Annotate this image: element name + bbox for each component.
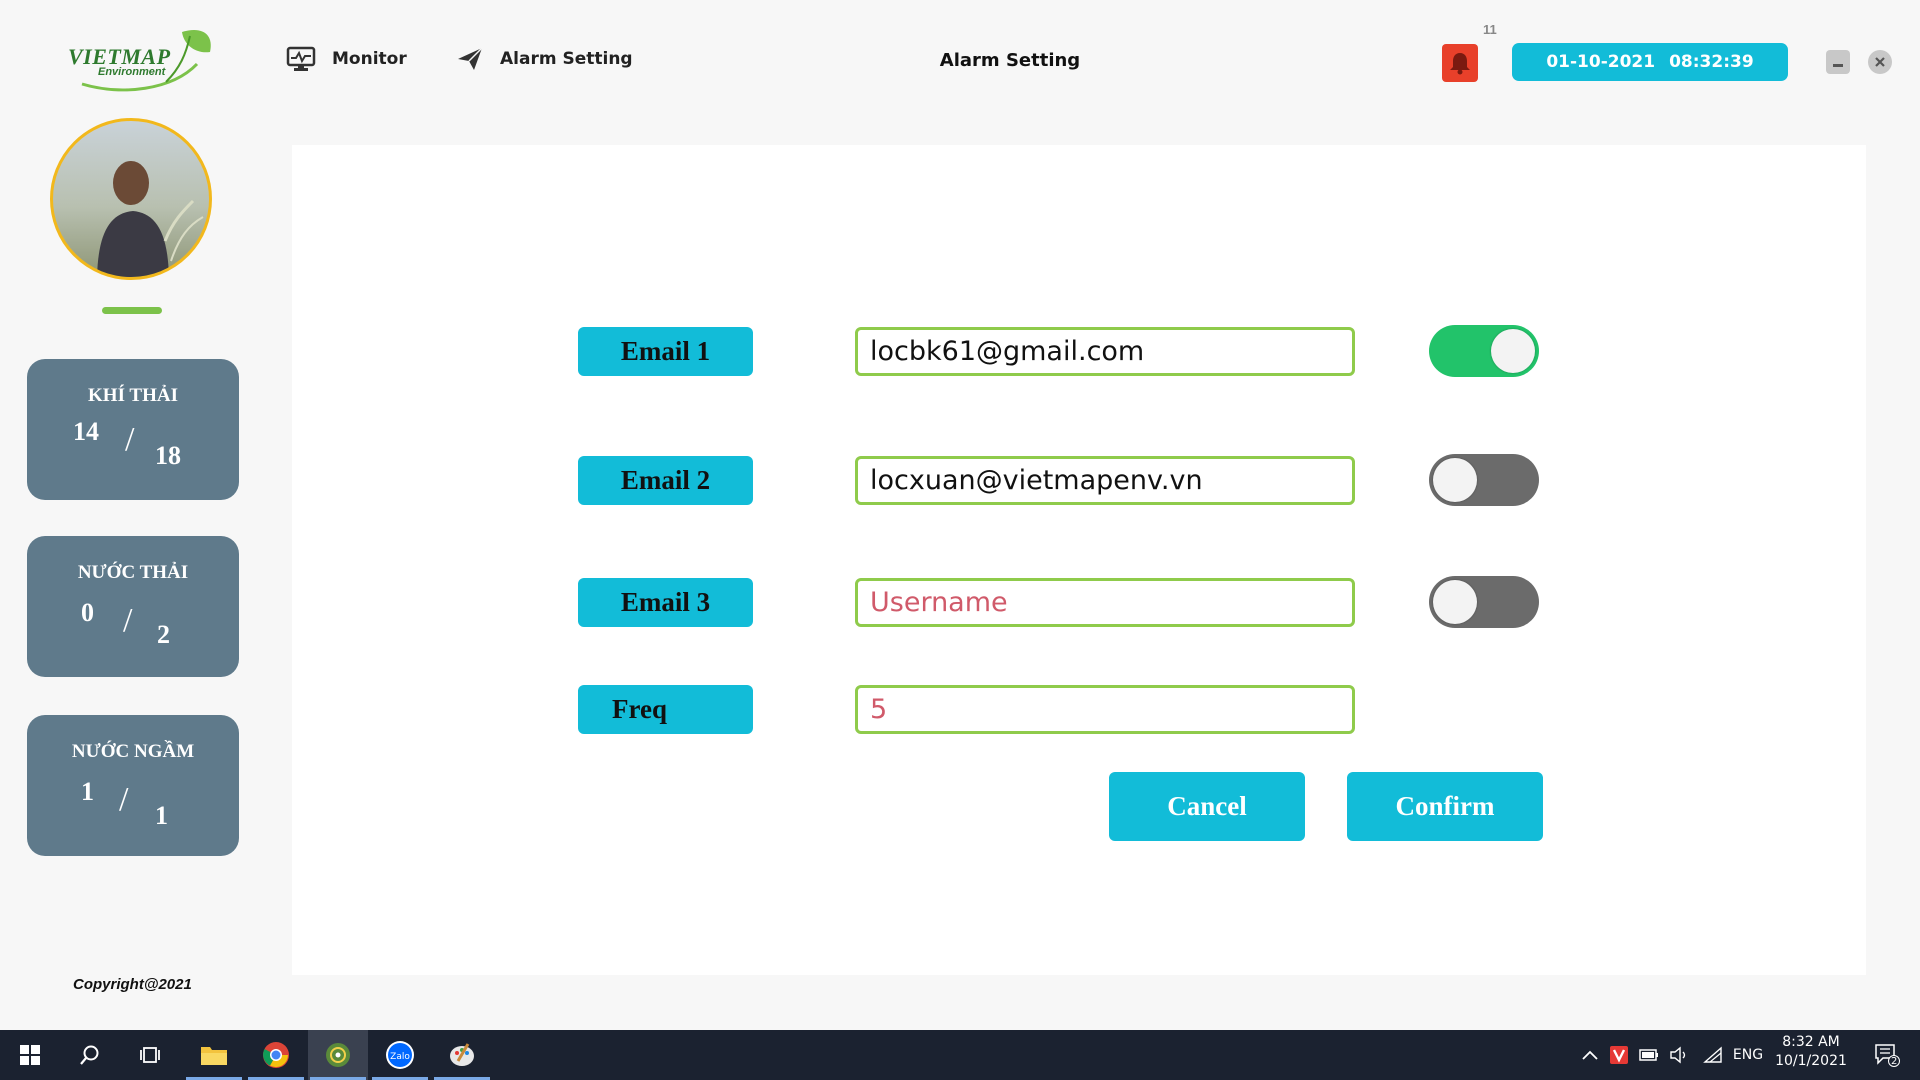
action-center-button[interactable]: 2 bbox=[1862, 1030, 1912, 1080]
tray-network[interactable] bbox=[1698, 1030, 1728, 1080]
alarm-bell-button[interactable] bbox=[1442, 44, 1478, 82]
user-photo bbox=[97, 161, 204, 277]
clock-time: 08:32:39 bbox=[1669, 52, 1754, 72]
clock-date: 01-10-2021 bbox=[1546, 52, 1656, 72]
battery-icon bbox=[1639, 1049, 1658, 1061]
tray-language[interactable]: ENG bbox=[1730, 1030, 1766, 1080]
zalo-icon: Zalo bbox=[386, 1041, 414, 1069]
online-status-bar bbox=[102, 307, 162, 314]
toggle-knob bbox=[1491, 329, 1535, 373]
email-3-label: Email 3 bbox=[578, 578, 753, 627]
email-1-input[interactable] bbox=[855, 327, 1355, 376]
chevron-up-icon bbox=[1582, 1050, 1598, 1060]
taskbar-current-app[interactable] bbox=[308, 1030, 368, 1080]
alarm-count-badge: 11 bbox=[1483, 22, 1497, 37]
counter-total: 2 bbox=[157, 620, 170, 649]
counter-title: KHÍ THẢI bbox=[88, 385, 178, 406]
monitor-icon bbox=[286, 46, 316, 71]
minimize-icon bbox=[1833, 64, 1843, 67]
wifi-icon bbox=[1703, 1046, 1722, 1063]
close-icon bbox=[1875, 57, 1885, 67]
counter-current: 1 bbox=[81, 777, 94, 806]
search-icon bbox=[80, 1045, 99, 1065]
email-3-input[interactable] bbox=[855, 578, 1355, 627]
tray-time: 8:32 AM bbox=[1782, 1034, 1840, 1050]
confirm-button[interactable]: Confirm bbox=[1347, 772, 1543, 841]
minimize-button[interactable] bbox=[1826, 50, 1850, 74]
tray-volume[interactable] bbox=[1664, 1030, 1694, 1080]
counter-separator: / bbox=[125, 421, 135, 458]
counter-total: 18 bbox=[155, 441, 181, 470]
taskbar-search-button[interactable] bbox=[60, 1030, 120, 1080]
avatar[interactable] bbox=[50, 118, 212, 280]
counter-card-khi-thai[interactable]: KHÍ THẢI 14 / 18 bbox=[27, 359, 239, 500]
copyright-text: Copyright@2021 bbox=[73, 976, 192, 993]
tray-clock[interactable]: 8:32 AM 10/1/2021 bbox=[1768, 1031, 1854, 1079]
email-1-toggle[interactable] bbox=[1429, 325, 1539, 377]
taskbar-zalo[interactable]: Zalo bbox=[370, 1030, 430, 1080]
toggle-knob bbox=[1433, 458, 1477, 502]
counter-separator: / bbox=[123, 602, 133, 639]
email-2-toggle[interactable] bbox=[1429, 454, 1539, 506]
folder-icon bbox=[201, 1047, 227, 1065]
counter-title: NƯỚC THẢI bbox=[77, 562, 189, 583]
counter-current: 14 bbox=[73, 417, 99, 446]
nav-monitor-label: Monitor bbox=[332, 49, 407, 69]
nav-alarm-setting[interactable]: Alarm Setting bbox=[456, 46, 633, 72]
email-2-input[interactable] bbox=[855, 456, 1355, 505]
counter-separator: / bbox=[119, 781, 129, 818]
counter-card-nuoc-thai[interactable]: NƯỚC THẢI 0 / 2 bbox=[27, 536, 239, 677]
alarm-settings-panel bbox=[292, 145, 1866, 975]
taskbar-paint[interactable] bbox=[432, 1030, 492, 1080]
notification-count: 2 bbox=[1891, 1056, 1898, 1067]
datetime-display: 01-10-2021 08:32:39 bbox=[1512, 43, 1788, 81]
bell-icon bbox=[1450, 53, 1470, 75]
taskbar-file-explorer[interactable] bbox=[184, 1030, 244, 1080]
tray-battery[interactable] bbox=[1634, 1030, 1664, 1080]
tray-vivaldi[interactable] bbox=[1604, 1030, 1634, 1080]
v-app-icon bbox=[1610, 1046, 1628, 1064]
paint-palette-icon bbox=[450, 1043, 474, 1066]
tray-date: 10/1/2021 bbox=[1775, 1053, 1847, 1069]
cancel-button[interactable]: Cancel bbox=[1109, 772, 1305, 841]
task-view-icon bbox=[140, 1047, 160, 1063]
email-3-toggle[interactable] bbox=[1429, 576, 1539, 628]
counter-current: 0 bbox=[81, 598, 94, 627]
app-target-icon bbox=[326, 1043, 350, 1067]
counter-total: 1 bbox=[155, 801, 168, 830]
start-button[interactable] bbox=[0, 1030, 60, 1080]
toggle-knob bbox=[1433, 580, 1477, 624]
task-view-button[interactable] bbox=[120, 1030, 180, 1080]
speaker-icon bbox=[1670, 1046, 1686, 1064]
nav-monitor[interactable]: Monitor bbox=[286, 46, 407, 72]
counter-card-nuoc-ngam[interactable]: NƯỚC NGẦM 1 / 1 bbox=[27, 715, 239, 856]
logo-subtitle: Environment bbox=[98, 66, 166, 78]
freq-label: Freq bbox=[578, 685, 753, 734]
page-title: Alarm Setting bbox=[939, 50, 1081, 71]
nav-alarm-label: Alarm Setting bbox=[500, 49, 633, 69]
paper-plane-icon bbox=[458, 47, 483, 70]
vietmap-logo: VIETMAP Environment bbox=[62, 24, 222, 94]
svg-text:Zalo: Zalo bbox=[390, 1052, 410, 1062]
counter-title: NƯỚC NGẦM bbox=[71, 741, 195, 762]
freq-input[interactable] bbox=[855, 685, 1355, 734]
windows-logo-icon bbox=[20, 1045, 40, 1065]
email-1-label: Email 1 bbox=[578, 327, 753, 376]
close-button[interactable] bbox=[1868, 50, 1892, 74]
taskbar-chrome[interactable] bbox=[246, 1030, 306, 1080]
chrome-icon bbox=[263, 1042, 289, 1068]
email-2-label: Email 2 bbox=[578, 456, 753, 505]
